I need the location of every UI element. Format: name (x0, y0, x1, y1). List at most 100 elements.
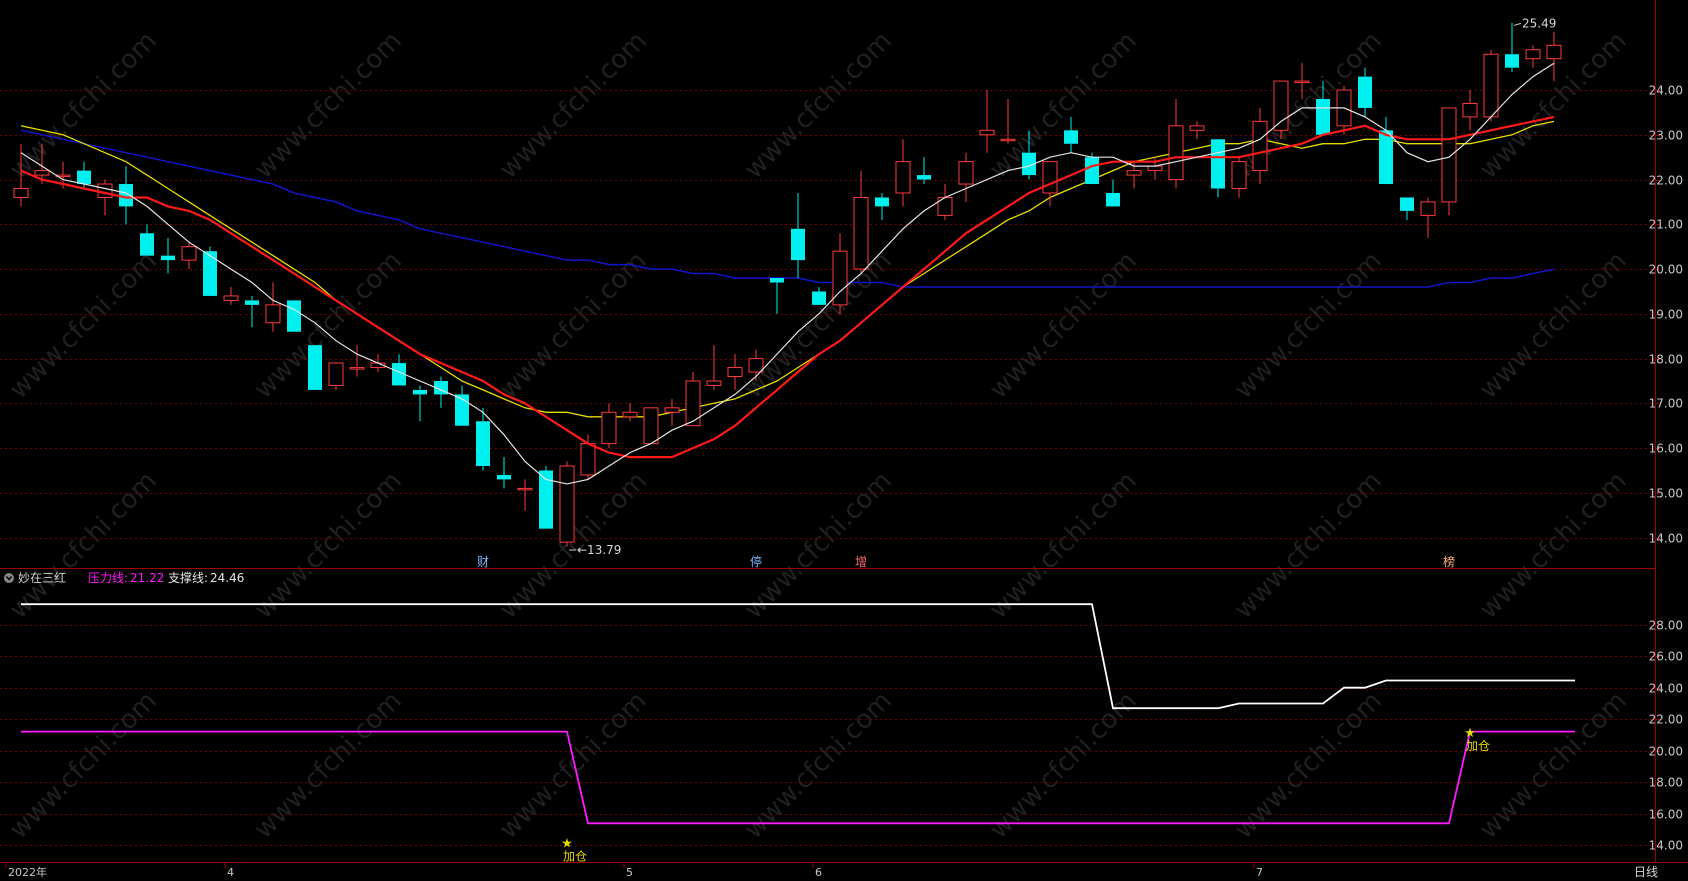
candle-body (917, 175, 931, 180)
candle-body (97, 183, 113, 198)
candle-body (517, 487, 533, 491)
pressure-label: 压力线: (88, 571, 128, 585)
candle-body (643, 407, 659, 445)
candle (643, 407, 659, 445)
candle (559, 461, 575, 547)
candle-body (812, 291, 826, 305)
candle-body (140, 233, 154, 256)
candle (1483, 49, 1499, 122)
candle-body (476, 421, 490, 467)
time-label: 7 (1256, 866, 1263, 879)
y-tick-label: 20.00 (1649, 263, 1683, 277)
y-tick-label: 14.00 (1649, 532, 1683, 546)
candle-body (748, 358, 764, 373)
candle-body (706, 380, 722, 386)
candle-body (1000, 138, 1016, 142)
event-marker: 财 (477, 555, 489, 569)
candle-body (1462, 102, 1478, 118)
candle-body (875, 197, 889, 207)
y-tick-label: 24.00 (1649, 682, 1683, 696)
candle-body (664, 407, 680, 413)
time-label: 5 (626, 866, 633, 879)
period-button[interactable]: 日线 (1634, 865, 1658, 879)
candle-body (1189, 125, 1205, 131)
candle (1441, 107, 1457, 216)
y-tick-label: 18.00 (1649, 776, 1683, 790)
candle-body (622, 411, 638, 418)
candle-body (181, 246, 197, 261)
candle-body (1252, 120, 1268, 172)
pressure-value: 21.22 (130, 571, 164, 585)
candle (287, 300, 301, 332)
candle-body (1316, 98, 1330, 135)
candle-body (1273, 80, 1289, 131)
y-tick-label: 17.00 (1649, 397, 1683, 411)
candle-body (791, 228, 805, 261)
candle-body (685, 380, 701, 427)
indicator-title: 妙在三红 (18, 570, 66, 585)
candle-body (1211, 139, 1225, 189)
candle (308, 345, 322, 390)
y-tick-label: 18.00 (1649, 353, 1683, 367)
support-value: 24.46 (210, 571, 244, 585)
event-marker: 停 (750, 554, 762, 569)
y-tick-label: 16.00 (1649, 442, 1683, 456)
candle-body (349, 367, 365, 370)
candle-body (497, 474, 511, 480)
y-tick-label: 28.00 (1649, 619, 1683, 633)
candle-body (1400, 197, 1414, 211)
candle-body (601, 411, 617, 445)
candle-body (1106, 192, 1120, 207)
candle-body (1085, 157, 1099, 185)
candle-body (1525, 49, 1541, 60)
candle (203, 246, 217, 296)
candle-body (1147, 165, 1163, 172)
candle-body (853, 196, 869, 270)
candle-body (203, 251, 217, 296)
candle (328, 362, 344, 390)
candle-body (1064, 130, 1078, 144)
y-tick-label: 15.00 (1649, 487, 1683, 501)
y-tick-label: 26.00 (1649, 650, 1683, 664)
candle-body (34, 170, 50, 176)
candle-body (895, 161, 911, 194)
y-tick-label: 14.00 (1649, 839, 1683, 853)
collapse-icon[interactable] (4, 573, 14, 583)
candle-body (223, 295, 239, 301)
candle-body (245, 300, 259, 305)
time-label: 6 (815, 866, 822, 879)
candle-body (13, 188, 29, 198)
candle-body (77, 170, 91, 185)
candle-body (559, 465, 575, 543)
y-tick-label: 24.00 (1649, 84, 1683, 98)
stock-chart: www.cfchi.com www.cfchi.com www.cfchi.com w… (0, 0, 1688, 881)
candle-body (1505, 54, 1519, 68)
signal-label: 加仓 (1466, 739, 1490, 753)
candle-body (1358, 76, 1372, 108)
y-tick-label: 22.00 (1649, 174, 1683, 188)
candle-body (1294, 80, 1310, 84)
y-tick-label: 19.00 (1649, 308, 1683, 322)
time-label: 4 (227, 866, 234, 879)
y-tick-label: 21.00 (1649, 218, 1683, 232)
candle-body (979, 129, 995, 136)
candle-body (1379, 130, 1393, 185)
candle-body (1546, 44, 1562, 60)
candle-body (1420, 201, 1436, 216)
y-tick-label: 16.00 (1649, 808, 1683, 822)
candle-body (580, 443, 596, 476)
candle (1273, 80, 1289, 140)
y-tick-label: 22.00 (1649, 713, 1683, 727)
event-marker: 增 (855, 555, 867, 569)
candle-body (1441, 107, 1457, 203)
candle-body (287, 300, 301, 332)
signal-label: 加仓 (563, 849, 587, 863)
candle-body (328, 362, 344, 386)
candle-body (1231, 161, 1247, 190)
event-marker: 榜 (1443, 554, 1455, 569)
candle-body (161, 255, 175, 261)
extreme-price-label: ←13.79 (577, 543, 621, 557)
candle-body (265, 304, 281, 324)
candle-body (1042, 161, 1058, 194)
candle-body (1168, 125, 1184, 181)
